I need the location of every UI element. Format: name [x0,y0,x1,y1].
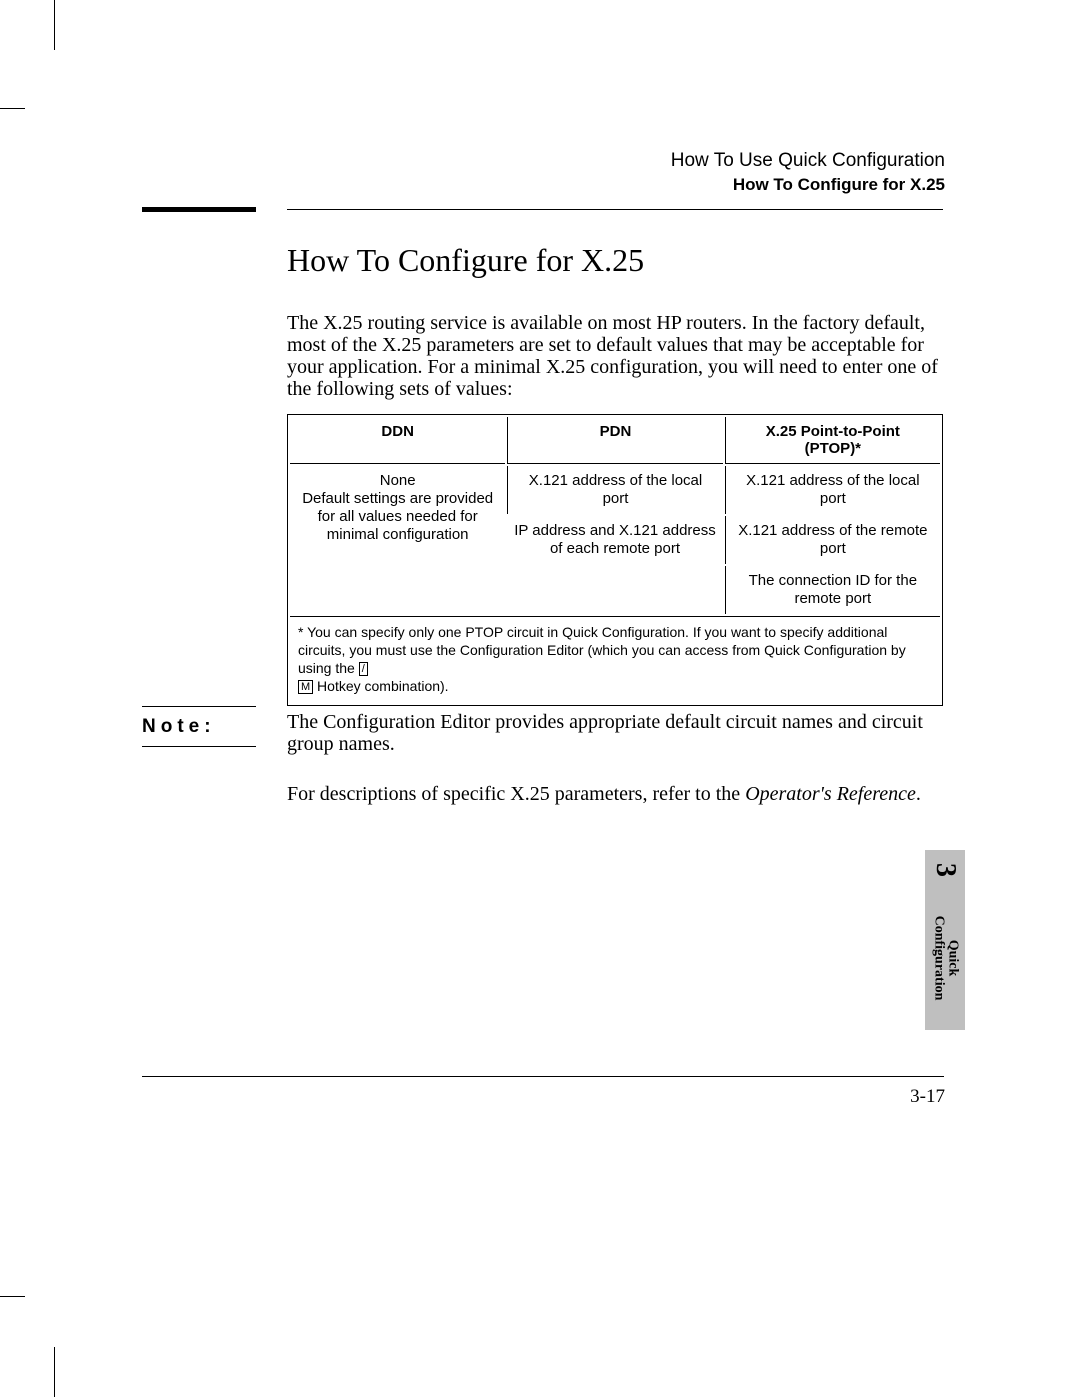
cell-text: Default settings are provided for all va… [302,490,493,543]
section-rule-thin [287,209,943,210]
header-section-title: How To Configure for X.25 [671,175,945,195]
page-title: How To Configure for X.25 [287,242,644,279]
tab-label-line2: Configuration [931,916,946,1001]
cell-text: None [380,472,416,489]
footnote-text: You can specify only one PTOP circuit in… [298,624,906,676]
table-footnote: * You can specify only one PTOP circuit … [290,616,940,703]
note-text: The Configuration Editor provides approp… [287,711,947,755]
header-chapter-title: How To Use Quick Configuration [671,150,945,172]
chapter-side-tab: 3 Quick Configuration [925,850,965,1030]
chapter-tab-label: Quick Configuration [925,888,965,1028]
page-number: 3-17 [910,1086,945,1108]
ref-text-2: . [916,783,921,805]
note-label: Note: [142,716,216,738]
note-rule [142,706,256,707]
table-header-ptop-line2: (PTOP)* [805,440,861,457]
footer-rule [142,1076,944,1077]
table-cell-ptop-3: The connection ID for the remote port [725,566,940,614]
ref-text-1: For descriptions of specific X.25 parame… [287,783,745,805]
footnote-text-2: Hotkey combination). [313,678,448,694]
reference-paragraph: For descriptions of specific X.25 parame… [287,783,947,805]
table-header-ptop: X.25 Point-to-Point (PTOP)* [725,417,940,464]
intro-paragraph: The X.25 routing service is available on… [287,312,947,400]
chapter-number: 3 [929,850,961,890]
table-cell-ptop-2: X.121 address of the remote port [725,516,940,564]
section-rule-thick [142,207,256,212]
table-cell-empty [507,566,722,614]
table-cell-pdn-1: X.121 address of the local port [507,466,722,514]
page: How To Use Quick Configuration How To Co… [0,0,1080,1397]
table-cell-ddn: None Default settings are provided for a… [290,466,505,614]
table-cell-pdn-2: IP address and X.121 address of each rem… [507,516,722,564]
running-header: How To Use Quick Configuration How To Co… [671,150,945,195]
table-header-pdn: PDN [507,417,722,464]
table-cell-ptop-1: X.121 address of the local port [725,466,940,514]
table-row: None Default settings are provided for a… [290,466,940,514]
ref-italic: Operator's Reference [745,783,916,805]
table-header-ddn: DDN [290,417,505,464]
keycap-slash: / [359,662,368,676]
table-footnote-row: * You can specify only one PTOP circuit … [290,616,940,703]
keycap-m: M [298,680,313,694]
tab-label-line1: Quick [945,940,960,977]
note-rule [142,746,256,747]
table-header-ptop-line1: X.25 Point-to-Point [766,423,900,440]
x25-config-table: DDN PDN X.25 Point-to-Point (PTOP)* None… [287,414,943,706]
